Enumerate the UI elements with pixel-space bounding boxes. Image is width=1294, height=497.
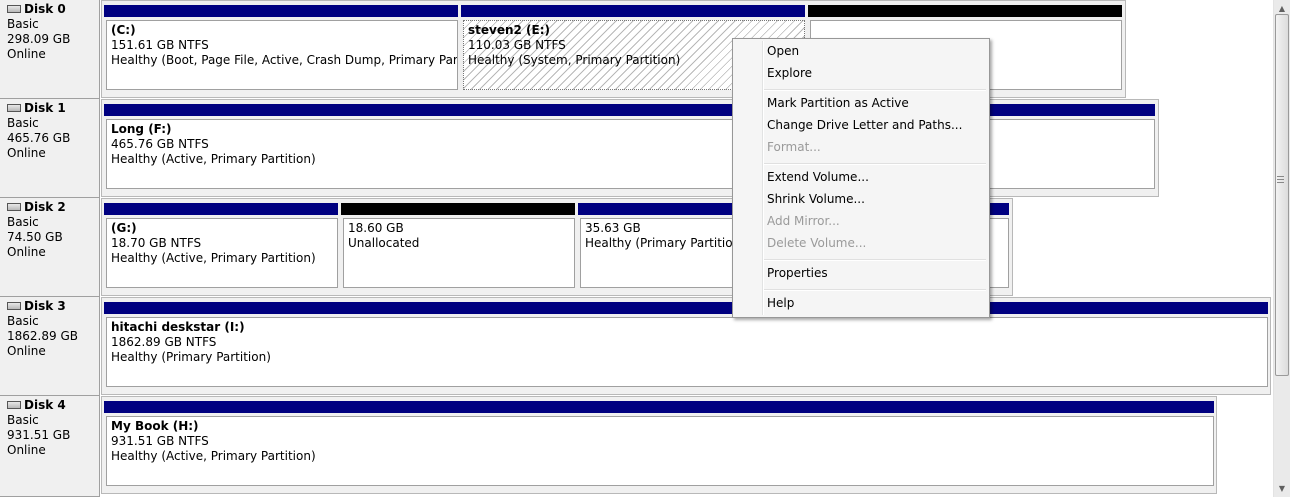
- scrollbar-grip-icon: [1277, 176, 1284, 184]
- menu-separator: [764, 289, 986, 291]
- menu-item-add-mirror[interactable]: Add Mirror...: [767, 211, 985, 231]
- disk-status: Online: [7, 245, 46, 259]
- menu-item-format[interactable]: Format...: [767, 137, 985, 157]
- partition-bar: [104, 401, 1214, 413]
- hard-disk-icon: [7, 4, 21, 13]
- disk-label-4[interactable]: Disk 4 Basic 931.51 GB Online: [0, 396, 100, 497]
- partition-box[interactable]: My Book (H:) 931.51 GB NTFS Healthy (Act…: [106, 416, 1214, 486]
- disk-row-0: Disk 0 Basic 298.09 GB Online (C:) 151.6…: [0, 0, 1273, 99]
- partition-size: 1862.89 GB NTFS: [111, 335, 217, 349]
- partition-f[interactable]: Long (F:) 465.76 GB NTFS Healthy (Active…: [102, 100, 1157, 196]
- partition-bar: [104, 104, 1155, 116]
- disk-label-2[interactable]: Disk 2 Basic 74.50 GB Online: [0, 198, 100, 297]
- partition-size: 465.76 GB NTFS: [111, 137, 209, 151]
- disk-type: Basic: [7, 116, 39, 130]
- disk-type: Basic: [7, 314, 39, 328]
- menu-item-delete-volume[interactable]: Delete Volume...: [767, 233, 985, 253]
- partition-status: Healthy (Active, Primary Partition): [111, 449, 316, 463]
- disk-status: Online: [7, 47, 46, 61]
- menu-item-extend-volume[interactable]: Extend Volume...: [767, 167, 985, 187]
- disk-status: Online: [7, 443, 46, 457]
- menu-separator: [764, 163, 986, 165]
- partition-i[interactable]: hitachi deskstar (I:) 1862.89 GB NTFS He…: [102, 298, 1270, 394]
- partition-status: Healthy (Primary Partition): [111, 350, 271, 364]
- partition-title: (C:): [111, 23, 136, 37]
- partition-c[interactable]: (C:) 151.61 GB NTFS Healthy (Boot, Page …: [102, 1, 460, 97]
- partition-size: 18.70 GB NTFS: [111, 236, 202, 250]
- partition-status: Unallocated: [348, 236, 420, 250]
- menu-separator: [764, 259, 986, 261]
- disk-name: Disk 1: [24, 101, 66, 115]
- disk-name: Disk 0: [24, 2, 66, 16]
- partition-box[interactable]: hitachi deskstar (I:) 1862.89 GB NTFS He…: [106, 317, 1268, 387]
- partition-title: (G:): [111, 221, 137, 235]
- disk-status: Online: [7, 146, 46, 160]
- disk-frame: Long (F:) 465.76 GB NTFS Healthy (Active…: [101, 99, 1159, 197]
- disk-frame: My Book (H:) 931.51 GB NTFS Healthy (Act…: [101, 396, 1217, 494]
- hard-disk-icon: [7, 301, 21, 310]
- disk-name: Disk 3: [24, 299, 66, 313]
- disk-row-3: Disk 3 Basic 1862.89 GB Online hitachi d…: [0, 297, 1273, 396]
- partition-box[interactable]: (G:) 18.70 GB NTFS Healthy (Active, Prim…: [106, 218, 338, 288]
- partition-h[interactable]: My Book (H:) 931.51 GB NTFS Healthy (Act…: [102, 397, 1216, 493]
- partition-size: 18.60 GB: [348, 221, 404, 235]
- partition-bar: [104, 203, 338, 215]
- partition-title: Long (F:): [111, 122, 172, 136]
- menu-gutter: [762, 41, 764, 315]
- partition-g[interactable]: (G:) 18.70 GB NTFS Healthy (Active, Prim…: [102, 199, 340, 295]
- partition-status: Healthy (Boot, Page File, Active, Crash …: [111, 53, 458, 67]
- menu-separator: [764, 89, 986, 91]
- menu-item-shrink-volume[interactable]: Shrink Volume...: [767, 189, 985, 209]
- scrollbar-thumb[interactable]: [1275, 14, 1289, 376]
- hard-disk-icon: [7, 400, 21, 409]
- partition-status: Healthy (Active, Primary Partition): [111, 251, 316, 265]
- partition-bar: [461, 5, 805, 17]
- menu-item-explore[interactable]: Explore: [767, 63, 985, 83]
- menu-item-properties[interactable]: Properties: [767, 263, 985, 283]
- disk-type: Basic: [7, 215, 39, 229]
- disk-size: 1862.89 GB: [7, 329, 78, 343]
- partition-status: Healthy (Active, Primary Partition): [111, 152, 316, 166]
- disk-row-1: Disk 1 Basic 465.76 GB Online Long (F:) …: [0, 99, 1273, 198]
- disk-row-2: Disk 2 Basic 74.50 GB Online (G:) 18.70 …: [0, 198, 1273, 297]
- disk-size: 298.09 GB: [7, 32, 71, 46]
- partition-box[interactable]: Long (F:) 465.76 GB NTFS Healthy (Active…: [106, 119, 1155, 189]
- partition-bar: [104, 5, 458, 17]
- partition-box[interactable]: 18.60 GB Unallocated: [343, 218, 575, 288]
- menu-item-open[interactable]: Open: [767, 41, 985, 61]
- partition-bar: [808, 5, 1122, 17]
- disk-label-0[interactable]: Disk 0 Basic 298.09 GB Online: [0, 0, 100, 99]
- menu-item-mark-active[interactable]: Mark Partition as Active: [767, 93, 985, 113]
- disk-type: Basic: [7, 413, 39, 427]
- disk-status: Online: [7, 344, 46, 358]
- disk-name: Disk 2: [24, 200, 66, 214]
- menu-item-help[interactable]: Help: [767, 293, 985, 313]
- disk-size: 74.50 GB: [7, 230, 63, 244]
- partition-box[interactable]: (C:) 151.61 GB NTFS Healthy (Boot, Page …: [106, 20, 458, 90]
- disk-frame: hitachi deskstar (I:) 1862.89 GB NTFS He…: [101, 297, 1271, 395]
- scroll-down-arrow-icon[interactable]: ▼: [1274, 480, 1290, 497]
- disk-size: 465.76 GB: [7, 131, 71, 145]
- hard-disk-icon: [7, 103, 21, 112]
- disk-size: 931.51 GB: [7, 428, 71, 442]
- partition-bar: [104, 302, 1268, 314]
- disk-label-1[interactable]: Disk 1 Basic 465.76 GB Online: [0, 99, 100, 198]
- partition-size: 151.61 GB NTFS: [111, 38, 209, 52]
- partition-size: 931.51 GB NTFS: [111, 434, 209, 448]
- context-menu: Open Explore Mark Partition as Active Ch…: [732, 38, 990, 318]
- disk-label-3[interactable]: Disk 3 Basic 1862.89 GB Online: [0, 297, 100, 396]
- hard-disk-icon: [7, 202, 21, 211]
- disk-name: Disk 4: [24, 398, 66, 412]
- partition-bar: [341, 203, 575, 215]
- partition-title: My Book (H:): [111, 419, 199, 433]
- partition-title: steven2 (E:): [468, 23, 551, 37]
- vertical-scrollbar[interactable]: ▲ ▼: [1273, 0, 1290, 497]
- disk-row-4: Disk 4 Basic 931.51 GB Online My Book (H…: [0, 396, 1273, 497]
- menu-item-change-drive-letter[interactable]: Change Drive Letter and Paths...: [767, 115, 985, 135]
- unallocated-space[interactable]: 18.60 GB Unallocated: [339, 199, 577, 295]
- disk-map-pane: Disk 0 Basic 298.09 GB Online (C:) 151.6…: [0, 0, 1273, 497]
- disk-type: Basic: [7, 17, 39, 31]
- partition-title: hitachi deskstar (I:): [111, 320, 245, 334]
